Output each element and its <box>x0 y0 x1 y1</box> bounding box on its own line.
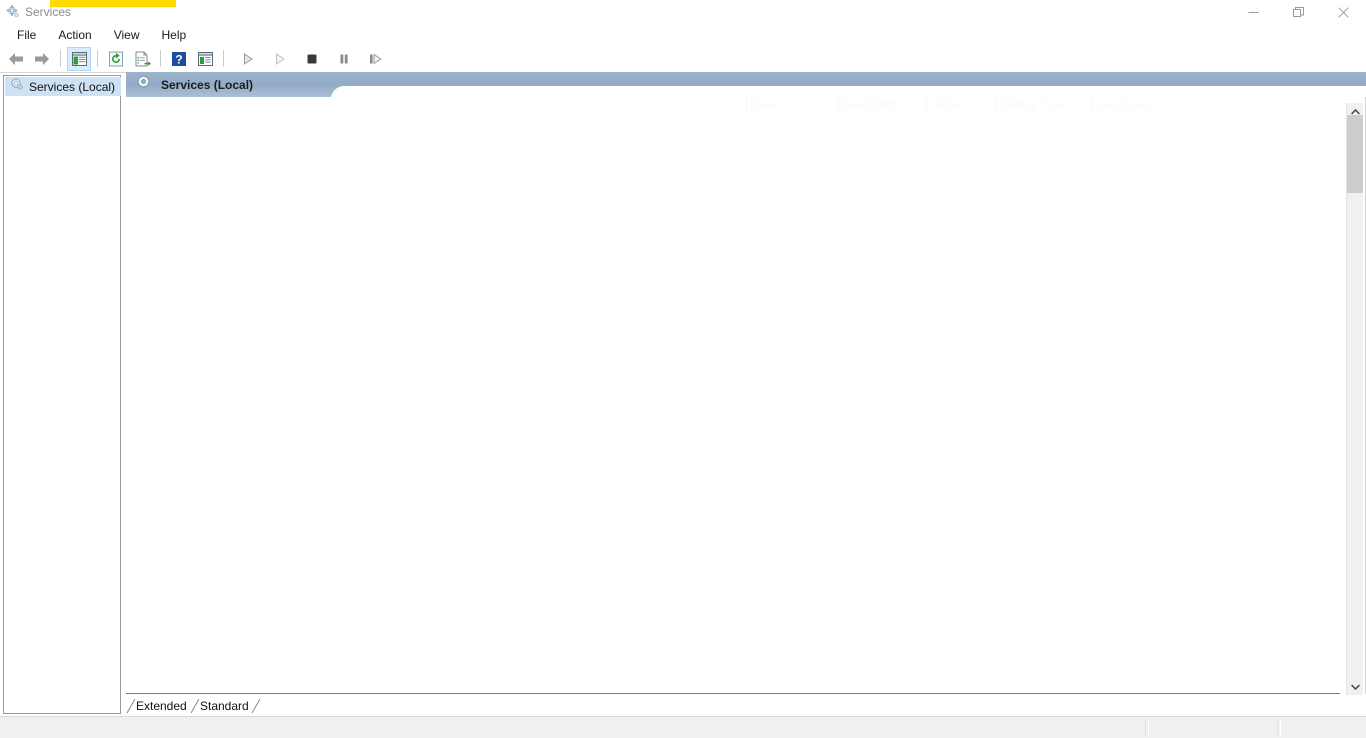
refresh-icon[interactable] <box>104 47 128 71</box>
toolbar-separator <box>223 50 224 67</box>
services-list-body[interactable] <box>126 113 1340 694</box>
svg-text:?: ? <box>175 52 182 66</box>
back-arrow-icon[interactable] <box>4 47 28 71</box>
services-node-icon <box>136 74 152 95</box>
column-header-log-on-as[interactable]: Log On As <box>1098 99 1176 111</box>
forward-arrow-icon[interactable] <box>30 47 54 71</box>
services-window: Services File Action View Help ? Service… <box>0 0 1366 738</box>
minimize-icon[interactable] <box>1231 0 1276 24</box>
toolbar: ? <box>0 45 1366 73</box>
view-tabs: Extended Standard <box>126 695 1366 716</box>
toolbar-separator <box>97 50 98 67</box>
title-bar: Services <box>0 0 1366 24</box>
services-gear-icon <box>5 4 21 20</box>
tab-extended[interactable]: Extended <box>136 695 187 716</box>
help-question-icon[interactable]: ? <box>167 47 191 71</box>
close-icon[interactable] <box>1321 0 1366 24</box>
column-header-name[interactable]: Name <box>750 99 834 111</box>
column-divider[interactable] <box>746 98 747 111</box>
toolbar-separator <box>160 50 161 67</box>
menu-bar: File Action View Help <box>0 24 1366 45</box>
list-column-headers: Name Description Status Startup Type Log… <box>126 97 1340 113</box>
console-tree-icon[interactable] <box>67 46 91 71</box>
pause-bars-icon[interactable] <box>332 47 356 71</box>
menu-item-view[interactable]: View <box>103 25 151 45</box>
menu-item-action[interactable]: Action <box>47 25 102 45</box>
toolbar-separator <box>60 50 61 67</box>
column-divider[interactable] <box>838 98 839 111</box>
export-list-icon[interactable] <box>130 47 154 71</box>
menu-item-file[interactable]: File <box>6 25 47 45</box>
window-title: Services <box>25 5 72 19</box>
window-controls <box>1231 0 1366 24</box>
column-header-startup-type[interactable]: Startup Type <box>1002 99 1088 111</box>
play-icon[interactable] <box>236 47 260 71</box>
tab-standard[interactable]: Standard <box>200 695 249 716</box>
menu-item-help[interactable]: Help <box>151 25 198 45</box>
tab-separator <box>251 698 262 714</box>
sidebar-item-label: Services (Local) <box>29 79 116 94</box>
sidebar-item-services-local[interactable]: Services (Local) <box>5 77 121 96</box>
console-tree-pane: Services (Local) <box>3 75 121 714</box>
scrollbar-thumb[interactable] <box>1347 115 1363 193</box>
column-header-status[interactable]: Status <box>932 99 992 111</box>
column-divider[interactable] <box>1092 98 1093 111</box>
column-divider[interactable] <box>996 98 997 111</box>
details-header-tab-shape <box>331 86 1366 97</box>
details-header-title: Services (Local) <box>161 77 254 92</box>
restart-icon[interactable] <box>364 47 388 71</box>
chevron-down-icon[interactable] <box>1347 678 1363 695</box>
stop-square-icon[interactable] <box>300 47 324 71</box>
details-header-bar: Services (Local) <box>126 72 1366 97</box>
services-node-icon <box>10 77 24 96</box>
play-outline-icon[interactable] <box>268 47 292 71</box>
column-divider[interactable] <box>926 98 927 111</box>
properties-window-icon[interactable] <box>193 47 217 71</box>
status-panel-divider <box>1277 720 1281 736</box>
restore-icon[interactable] <box>1276 0 1321 24</box>
column-header-description[interactable]: Description <box>842 99 922 111</box>
status-bar <box>0 716 1366 738</box>
vertical-scrollbar[interactable] <box>1346 103 1363 695</box>
status-panel-divider <box>1145 720 1149 736</box>
